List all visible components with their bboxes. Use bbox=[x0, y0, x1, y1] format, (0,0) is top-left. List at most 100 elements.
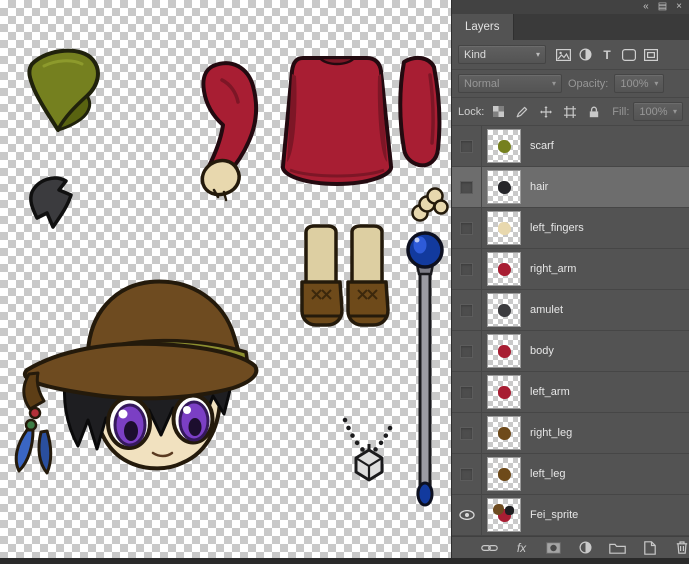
visibility-toggle[interactable] bbox=[452, 372, 482, 412]
layer-thumbnail[interactable] bbox=[487, 498, 521, 532]
layer-name[interactable]: left_fingers bbox=[530, 222, 584, 234]
hidden-eye-well bbox=[460, 140, 473, 153]
layers-panel: « ▤ × Layers Kind ▾ T bbox=[452, 0, 689, 558]
opacity-value[interactable]: 100% ▾ bbox=[614, 74, 664, 93]
layer-thumbnail[interactable] bbox=[487, 252, 521, 286]
kind-filter-dropdown[interactable]: Kind ▾ bbox=[458, 45, 546, 64]
fill-value[interactable]: 100% ▾ bbox=[633, 102, 683, 121]
layer-name[interactable]: left_arm bbox=[530, 386, 570, 398]
hidden-eye-well bbox=[460, 222, 473, 235]
document-canvas[interactable] bbox=[0, 0, 451, 558]
layer-thumbnail[interactable] bbox=[487, 293, 521, 327]
new-adjustment-layer-icon[interactable] bbox=[576, 538, 596, 558]
layer-thumbnail[interactable] bbox=[487, 170, 521, 204]
type-layer-filter-icon[interactable]: T bbox=[597, 45, 617, 65]
layer-thumbnail[interactable] bbox=[487, 375, 521, 409]
visibility-toggle[interactable] bbox=[452, 249, 482, 289]
visibility-toggle[interactable] bbox=[452, 495, 482, 535]
chevron-down-icon: ▾ bbox=[673, 107, 677, 116]
chevron-down-icon: ▾ bbox=[536, 50, 540, 59]
hidden-eye-well bbox=[460, 468, 473, 481]
new-group-icon[interactable] bbox=[608, 538, 628, 558]
layer-name[interactable]: Fei_sprite bbox=[530, 509, 578, 521]
chevron-down-icon: ▾ bbox=[552, 79, 556, 88]
layer-name[interactable]: left_leg bbox=[530, 468, 565, 480]
window-bottom-edge bbox=[0, 558, 689, 564]
fill-label: Fill: bbox=[612, 106, 629, 118]
amulet-sprite bbox=[345, 420, 393, 480]
character-head-sprite bbox=[16, 282, 256, 473]
eye-icon bbox=[459, 510, 475, 520]
sprite-sheet bbox=[0, 0, 451, 558]
hidden-eye-well bbox=[460, 263, 473, 276]
layer-thumbnail[interactable] bbox=[487, 416, 521, 450]
layer-row[interactable]: hair bbox=[452, 167, 689, 208]
lock-pixels-icon[interactable] bbox=[512, 102, 532, 122]
visibility-toggle[interactable] bbox=[452, 208, 482, 248]
lock-fill-row: Lock: Fill: 100% ▾ bbox=[452, 98, 689, 126]
collapse-panel-icon[interactable]: « bbox=[643, 2, 649, 12]
adjustment-layer-filter-icon[interactable] bbox=[575, 45, 595, 65]
layer-row[interactable]: Fei_sprite bbox=[452, 495, 689, 536]
lock-label: Lock: bbox=[458, 106, 484, 118]
visibility-toggle[interactable] bbox=[452, 454, 482, 494]
layer-name[interactable]: right_leg bbox=[530, 427, 572, 439]
layer-row[interactable]: left_fingers bbox=[452, 208, 689, 249]
layer-list: scarf hair left_fingers bbox=[452, 126, 689, 536]
hat-brim bbox=[25, 344, 257, 399]
link-layers-icon[interactable] bbox=[480, 538, 500, 558]
panel-menu-icon[interactable]: ▤ bbox=[658, 2, 667, 12]
visibility-toggle[interactable] bbox=[452, 290, 482, 330]
layer-name[interactable]: amulet bbox=[530, 304, 563, 316]
layer-row[interactable]: left_leg bbox=[452, 454, 689, 495]
layer-row[interactable]: right_arm bbox=[452, 249, 689, 290]
smart-object-filter-icon[interactable] bbox=[641, 45, 661, 65]
blue-feather-1 bbox=[16, 430, 33, 471]
visibility-toggle[interactable] bbox=[452, 167, 482, 207]
left-leg-sprite bbox=[348, 226, 388, 325]
layer-thumbnail[interactable] bbox=[487, 457, 521, 491]
hidden-eye-well bbox=[460, 304, 473, 317]
layer-thumbnail[interactable] bbox=[487, 334, 521, 368]
body-sprite bbox=[283, 58, 391, 184]
blue-feather-2 bbox=[39, 431, 51, 473]
chevron-down-icon: ▾ bbox=[654, 79, 658, 88]
layer-row[interactable]: right_leg bbox=[452, 413, 689, 454]
new-layer-icon[interactable] bbox=[640, 538, 660, 558]
left-arm-sprite bbox=[202, 63, 256, 200]
visibility-toggle[interactable] bbox=[452, 413, 482, 453]
add-layer-mask-icon[interactable] bbox=[544, 538, 564, 558]
shape-layer-filter-icon[interactable] bbox=[619, 45, 639, 65]
lock-position-icon[interactable] bbox=[536, 102, 556, 122]
blend-opacity-row: Normal ▾ Opacity: 100% ▾ bbox=[452, 70, 689, 98]
layer-name[interactable]: body bbox=[530, 345, 554, 357]
tab-layers[interactable]: Layers bbox=[452, 14, 514, 40]
blend-mode-dropdown[interactable]: Normal ▾ bbox=[458, 74, 562, 93]
close-panel-icon[interactable]: × bbox=[676, 2, 682, 12]
kind-label: Kind bbox=[464, 49, 486, 61]
visibility-toggle[interactable] bbox=[452, 331, 482, 371]
delete-layer-icon[interactable] bbox=[672, 538, 689, 558]
lock-transparency-icon[interactable] bbox=[488, 102, 508, 122]
blend-mode-value: Normal bbox=[464, 78, 499, 90]
opacity-value-text: 100% bbox=[620, 78, 648, 90]
visibility-toggle[interactable] bbox=[452, 126, 482, 166]
hair-tuft-sprite bbox=[31, 178, 71, 227]
layer-thumbnail[interactable] bbox=[487, 211, 521, 245]
layer-row[interactable]: left_arm bbox=[452, 372, 689, 413]
hidden-eye-well bbox=[460, 427, 473, 440]
lock-artboard-icon[interactable] bbox=[560, 102, 580, 122]
layer-name[interactable]: hair bbox=[530, 181, 548, 193]
layer-name[interactable]: right_arm bbox=[530, 263, 576, 275]
right-arm-sprite bbox=[400, 58, 439, 165]
lock-all-icon[interactable] bbox=[584, 102, 604, 122]
layer-name[interactable]: scarf bbox=[530, 140, 554, 152]
layer-thumbnail[interactable] bbox=[487, 129, 521, 163]
layer-row[interactable]: body bbox=[452, 331, 689, 372]
hidden-eye-well bbox=[460, 345, 473, 358]
photoshop-window: « ▤ × Layers Kind ▾ T bbox=[0, 0, 689, 558]
layer-row[interactable]: amulet bbox=[452, 290, 689, 331]
pixel-layer-filter-icon[interactable] bbox=[553, 45, 573, 65]
layer-row[interactable]: scarf bbox=[452, 126, 689, 167]
layer-style-icon[interactable]: fx bbox=[512, 538, 532, 558]
